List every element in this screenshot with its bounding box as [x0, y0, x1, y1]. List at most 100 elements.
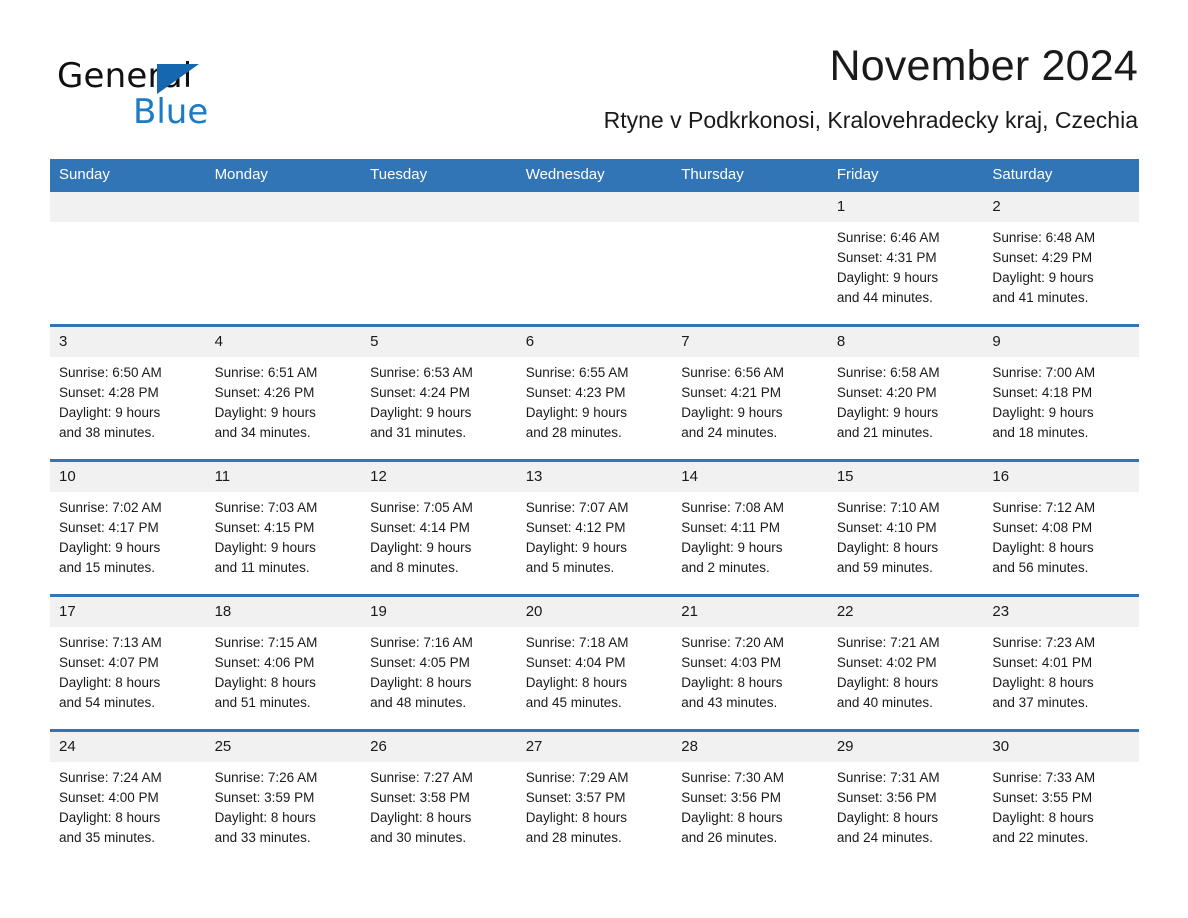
page-title: November 2024	[829, 42, 1138, 90]
day-number: 23	[983, 597, 1139, 627]
calendar-day-cell[interactable]: 12 Sunrise: 7:05 AM Sunset: 4:14 PM Dayligh…	[361, 459, 517, 596]
calendar-cell-empty	[516, 192, 673, 326]
daylight-text-line2: and 54 minutes.	[59, 695, 156, 710]
day-number: 17	[50, 597, 206, 627]
sunset-text: Sunset: 4:05 PM	[370, 655, 470, 670]
calendar-day-cell[interactable]: 19 Sunrise: 7:16 AM Sunset: 4:05 PM Dayligh…	[361, 594, 517, 731]
calendar-day-cell[interactable]: 16 Sunrise: 7:12 AM Sunset: 4:08 PM Dayligh…	[983, 459, 1139, 596]
sunrise-text: Sunrise: 7:12 AM	[992, 500, 1096, 515]
day-details: Sunrise: 6:51 AM Sunset: 4:26 PM Daylight:…	[206, 357, 362, 443]
weekday-header-saturday: Saturday	[983, 159, 1139, 192]
day-number: 2	[983, 192, 1139, 222]
sunrise-text: Sunrise: 7:03 AM	[214, 500, 318, 515]
calendar-day-cell[interactable]: 5 Sunrise: 6:53 AM Sunset: 4:24 PM Daylight…	[361, 324, 517, 461]
daylight-text-line2: and 26 minutes.	[681, 830, 778, 845]
calendar-day-cell[interactable]: 28 Sunrise: 7:30 AM Sunset: 3:56 PM Dayligh…	[672, 729, 828, 864]
weekday-header-sunday: Sunday	[50, 159, 206, 192]
calendar-cell-empty	[672, 192, 828, 326]
daylight-text-line2: and 11 minutes.	[214, 560, 310, 575]
daylight-text-line2: and 35 minutes.	[59, 830, 156, 845]
calendar-day-cell[interactable]: 30 Sunrise: 7:33 AM Sunset: 3:55 PM Dayligh…	[983, 729, 1139, 864]
day-number	[516, 192, 673, 222]
daylight-text-line2: and 59 minutes.	[836, 560, 933, 575]
calendar-cell-empty	[205, 192, 362, 326]
daylight-text-line2: and 8 minutes.	[370, 560, 459, 575]
day-details: Sunrise: 6:53 AM Sunset: 4:24 PM Daylight:…	[361, 357, 517, 443]
calendar-day-cell[interactable]: 24 Sunrise: 7:24 AM Sunset: 4:00 PM Dayligh…	[50, 729, 206, 864]
calendar-week-row: 1 Sunrise: 6:46 AM Sunset: 4:31 PM Daylight…	[50, 192, 1139, 326]
calendar-day-cell[interactable]: 26 Sunrise: 7:27 AM Sunset: 3:58 PM Dayligh…	[361, 729, 517, 864]
general-blue-logo[interactable]: General Blue	[57, 56, 317, 134]
day-number: 7	[672, 327, 828, 357]
calendar-day-cell[interactable]: 22 Sunrise: 7:21 AM Sunset: 4:02 PM Dayligh…	[827, 594, 984, 731]
sunset-text: Sunset: 4:28 PM	[59, 385, 159, 400]
calendar-day-cell[interactable]: 15 Sunrise: 7:10 AM Sunset: 4:10 PM Dayligh…	[827, 459, 984, 596]
sunset-text: Sunset: 4:10 PM	[836, 520, 937, 535]
weekday-header-friday: Friday	[827, 159, 984, 192]
calendar-day-cell[interactable]: 3 Sunrise: 6:50 AM Sunset: 4:28 PM Daylight…	[50, 324, 206, 461]
sunset-text: Sunset: 3:57 PM	[525, 790, 626, 805]
calendar-day-cell[interactable]: 8 Sunrise: 6:58 AM Sunset: 4:20 PM Daylight…	[827, 324, 984, 461]
sunrise-text: Sunrise: 7:24 AM	[59, 770, 162, 785]
sunset-text: Sunset: 3:58 PM	[370, 790, 470, 805]
day-details: Sunrise: 7:33 AM Sunset: 3:55 PM Daylight:…	[983, 762, 1139, 848]
daylight-text-line1: Daylight: 8 hours	[59, 810, 161, 825]
sunset-text: Sunset: 4:26 PM	[214, 385, 315, 400]
daylight-text-line2: and 48 minutes.	[370, 695, 467, 710]
sunset-text: Sunset: 4:07 PM	[59, 655, 159, 670]
day-number: 27	[516, 732, 673, 762]
sunset-text: Sunset: 4:17 PM	[59, 520, 159, 535]
calendar-day-cell[interactable]: 9 Sunrise: 7:00 AM Sunset: 4:18 PM Daylight…	[983, 324, 1139, 461]
calendar-day-cell[interactable]: 14 Sunrise: 7:08 AM Sunset: 4:11 PM Dayligh…	[672, 459, 828, 596]
sunrise-text: Sunrise: 7:10 AM	[836, 500, 940, 515]
sunset-text: Sunset: 4:01 PM	[992, 655, 1093, 670]
daylight-text-line2: and 28 minutes.	[525, 830, 622, 845]
daylight-text-line1: Daylight: 8 hours	[525, 675, 627, 690]
daylight-text-line1: Daylight: 9 hours	[59, 540, 161, 555]
calendar-day-cell[interactable]: 23 Sunrise: 7:23 AM Sunset: 4:01 PM Dayligh…	[983, 594, 1139, 731]
day-details: Sunrise: 7:24 AM Sunset: 4:00 PM Daylight:…	[50, 762, 206, 848]
daylight-text-line1: Daylight: 8 hours	[992, 675, 1094, 690]
calendar-day-cell[interactable]: 2 Sunrise: 6:48 AM Sunset: 4:29 PM Daylight…	[983, 192, 1139, 326]
sunrise-text: Sunrise: 7:15 AM	[214, 635, 318, 650]
calendar-day-cell[interactable]: 18 Sunrise: 7:15 AM Sunset: 4:06 PM Dayligh…	[205, 594, 362, 731]
sunrise-text: Sunrise: 7:02 AM	[59, 500, 162, 515]
day-number: 5	[361, 327, 517, 357]
calendar-day-cell[interactable]: 29 Sunrise: 7:31 AM Sunset: 3:56 PM Dayligh…	[827, 729, 984, 864]
calendar-day-cell[interactable]: 1 Sunrise: 6:46 AM Sunset: 4:31 PM Daylight…	[827, 192, 984, 326]
calendar-week-row: 3 Sunrise: 6:50 AM Sunset: 4:28 PM Daylight…	[50, 324, 1139, 461]
calendar-day-cell[interactable]: 13 Sunrise: 7:07 AM Sunset: 4:12 PM Dayligh…	[516, 459, 673, 596]
daylight-text-line2: and 24 minutes.	[836, 830, 933, 845]
sunrise-text: Sunrise: 7:00 AM	[992, 365, 1096, 380]
day-details: Sunrise: 6:50 AM Sunset: 4:28 PM Daylight:…	[50, 357, 206, 443]
daylight-text-line1: Daylight: 8 hours	[836, 810, 939, 825]
sunrise-text: Sunrise: 7:05 AM	[370, 500, 473, 515]
calendar-page: General Blue November 2024 Rtyne v Podkr…	[0, 0, 1188, 918]
calendar-day-cell[interactable]: 7 Sunrise: 6:56 AM Sunset: 4:21 PM Daylight…	[672, 324, 828, 461]
daylight-text-line1: Daylight: 8 hours	[992, 810, 1094, 825]
sunrise-text: Sunrise: 7:16 AM	[370, 635, 473, 650]
day-number: 6	[516, 327, 673, 357]
sunset-text: Sunset: 4:00 PM	[59, 790, 159, 805]
calendar-day-cell[interactable]: 20 Sunrise: 7:18 AM Sunset: 4:04 PM Dayligh…	[516, 594, 673, 731]
daylight-text-line2: and 2 minutes.	[681, 560, 770, 575]
sunset-text: Sunset: 4:21 PM	[681, 385, 782, 400]
day-number: 1	[827, 192, 984, 222]
daylight-text-line1: Daylight: 8 hours	[370, 810, 472, 825]
daylight-text-line1: Daylight: 9 hours	[681, 405, 783, 420]
calendar-day-cell[interactable]: 11 Sunrise: 7:03 AM Sunset: 4:15 PM Dayligh…	[205, 459, 362, 596]
calendar-day-cell[interactable]: 25 Sunrise: 7:26 AM Sunset: 3:59 PM Dayligh…	[205, 729, 362, 864]
day-number: 24	[50, 732, 206, 762]
daylight-text-line2: and 18 minutes.	[992, 425, 1089, 440]
calendar-day-cell[interactable]: 10 Sunrise: 7:02 AM Sunset: 4:17 PM Dayligh…	[50, 459, 206, 596]
daylight-text-line1: Daylight: 9 hours	[59, 405, 161, 420]
calendar-day-cell[interactable]: 17 Sunrise: 7:13 AM Sunset: 4:07 PM Dayligh…	[50, 594, 206, 731]
calendar-day-cell[interactable]: 27 Sunrise: 7:29 AM Sunset: 3:57 PM Dayligh…	[516, 729, 673, 864]
calendar-day-cell[interactable]: 6 Sunrise: 6:55 AM Sunset: 4:23 PM Daylight…	[516, 324, 673, 461]
sunrise-text: Sunrise: 7:13 AM	[59, 635, 162, 650]
calendar-day-cell[interactable]: 4 Sunrise: 6:51 AM Sunset: 4:26 PM Daylight…	[205, 324, 362, 461]
daylight-text-line1: Daylight: 8 hours	[681, 810, 783, 825]
daylight-text-line2: and 38 minutes.	[59, 425, 156, 440]
sunrise-text: Sunrise: 6:58 AM	[836, 365, 940, 380]
calendar-day-cell[interactable]: 21 Sunrise: 7:20 AM Sunset: 4:03 PM Dayligh…	[672, 594, 828, 731]
